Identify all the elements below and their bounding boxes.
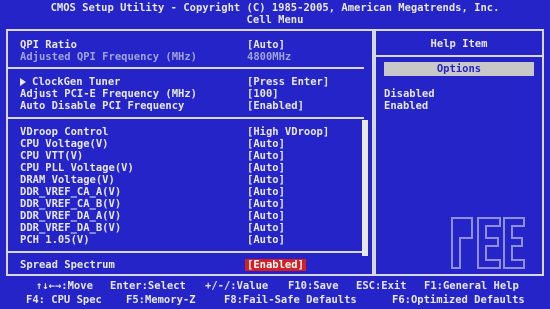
setting-label: DDR_VREF_CA_A(V)	[20, 186, 122, 198]
setting-ddr-vref-ca-a[interactable]: DDR_VREF_CA_A(V) [Auto]	[20, 186, 360, 198]
setting-value[interactable]: [Auto]	[247, 210, 285, 222]
options-header: Options	[384, 62, 534, 76]
setting-label: CPU VTT(V)	[20, 150, 84, 162]
setting-label: CPU PLL Voltage(V)	[20, 162, 134, 174]
setting-cpu-vtt[interactable]: CPU VTT(V) [Auto]	[20, 150, 360, 162]
setting-label: CPU Voltage(V)	[20, 138, 109, 150]
key-hint: F6:Optimized Defaults	[392, 294, 525, 306]
setting-vdroop-control[interactable]: VDroop Control [High VDroop]	[20, 126, 360, 138]
setting-value-selected[interactable]: [Enabled]	[245, 259, 306, 271]
divider	[8, 117, 364, 119]
setting-value[interactable]: [Auto]	[247, 162, 285, 174]
setting-ddr-vref-ca-b[interactable]: DDR_VREF_CA_B(V) [Auto]	[20, 198, 360, 210]
setting-spread-spectrum[interactable]: Spread Spectrum [Enabled]	[20, 259, 360, 271]
setting-value: 4800MHz	[247, 51, 292, 63]
setting-cpu-voltage[interactable]: CPU Voltage(V) [Auto]	[20, 138, 360, 150]
key-hint: Enter:Select	[110, 280, 186, 292]
setting-value[interactable]: [Enabled]	[247, 100, 304, 112]
submenu-arrow-icon	[20, 78, 26, 86]
divider	[376, 55, 542, 57]
key-hint: F1:General Help	[424, 280, 519, 292]
setting-label: DDR_VREF_DA_A(V)	[20, 210, 122, 222]
setting-value[interactable]: [Press Enter]	[247, 76, 329, 88]
setting-value[interactable]: [100]	[247, 88, 279, 100]
setting-cpu-pll-voltage[interactable]: CPU PLL Voltage(V) [Auto]	[20, 162, 360, 174]
key-hint: F8:Fail-Safe Defaults	[224, 294, 357, 306]
watermark-logo-icon	[451, 217, 525, 269]
divider	[8, 251, 364, 253]
menu-title: Cell Menu	[246, 14, 304, 26]
setting-value[interactable]: [Auto]	[247, 186, 285, 198]
setting-qpi-ratio[interactable]: QPI Ratio [Auto]	[20, 39, 360, 51]
setting-label: VDroop Control	[20, 126, 109, 138]
setting-value[interactable]: [Auto]	[247, 234, 285, 246]
key-hint: ↑↓←→:Move	[36, 280, 93, 292]
setting-label: DDR_VREF_DA_B(V)	[20, 222, 122, 234]
setting-label: QPI Ratio	[20, 39, 77, 51]
help-title: Help Item	[430, 38, 488, 50]
setting-value[interactable]: [Auto]	[247, 222, 285, 234]
setting-label: PCH 1.05(V)	[20, 234, 90, 246]
setting-value[interactable]: [Auto]	[247, 150, 285, 162]
setting-value[interactable]: [Auto]	[247, 39, 285, 51]
setting-label: DRAM Voltage(V)	[20, 174, 115, 186]
key-help-bar: ↑↓←→:Move Enter:Select +/-/:Value F10:Sa…	[0, 278, 550, 309]
setting-clockgen-tuner[interactable]: ClockGen Tuner [Press Enter]	[20, 76, 360, 88]
setting-label: DDR_VREF_CA_B(V)	[20, 198, 122, 210]
title-bar: CMOS Setup Utility - Copyright (C) 1985-…	[0, 0, 550, 29]
key-hint: F4: CPU Spec	[26, 294, 102, 306]
setting-ddr-vref-da-a[interactable]: DDR_VREF_DA_A(V) [Auto]	[20, 210, 360, 222]
setting-value[interactable]: [High VDroop]	[247, 126, 329, 138]
setting-value[interactable]: [Auto]	[247, 198, 285, 210]
app-title: CMOS Setup Utility - Copyright (C) 1985-…	[50, 2, 500, 14]
setting-label: Spread Spectrum	[20, 259, 115, 271]
setting-label: ClockGen Tuner	[32, 76, 121, 88]
setting-value[interactable]: [Auto]	[247, 138, 285, 150]
setting-ddr-vref-da-b[interactable]: DDR_VREF_DA_B(V) [Auto]	[20, 222, 360, 234]
scrollbar[interactable]	[362, 120, 368, 256]
key-hint: F10:Save	[288, 280, 339, 292]
setting-pch-105[interactable]: PCH 1.05(V) [Auto]	[20, 234, 360, 246]
key-hint: F5:Memory-Z	[126, 294, 196, 306]
setting-adjust-pcie-frequency[interactable]: Adjust PCI-E Frequency (MHz) [100]	[20, 88, 360, 100]
divider	[8, 67, 364, 69]
setting-label: Adjust PCI-E Frequency (MHz)	[20, 88, 198, 100]
setting-adjusted-qpi-frequency: Adjusted QPI Frequency (MHz) 4800MHz	[20, 51, 360, 63]
setting-auto-disable-pci-frequency[interactable]: Auto Disable PCI Frequency [Enabled]	[20, 100, 360, 112]
key-hint: +/-/:Value	[205, 280, 269, 292]
option-item: Enabled	[384, 100, 429, 112]
setting-label: Adjusted QPI Frequency (MHz)	[20, 51, 198, 63]
setting-label: Auto Disable PCI Frequency	[20, 100, 185, 112]
key-hint: ESC:Exit	[356, 280, 407, 292]
setting-value[interactable]: [Auto]	[247, 174, 285, 186]
option-item: Disabled	[384, 88, 435, 100]
setting-dram-voltage[interactable]: DRAM Voltage(V) [Auto]	[20, 174, 360, 186]
